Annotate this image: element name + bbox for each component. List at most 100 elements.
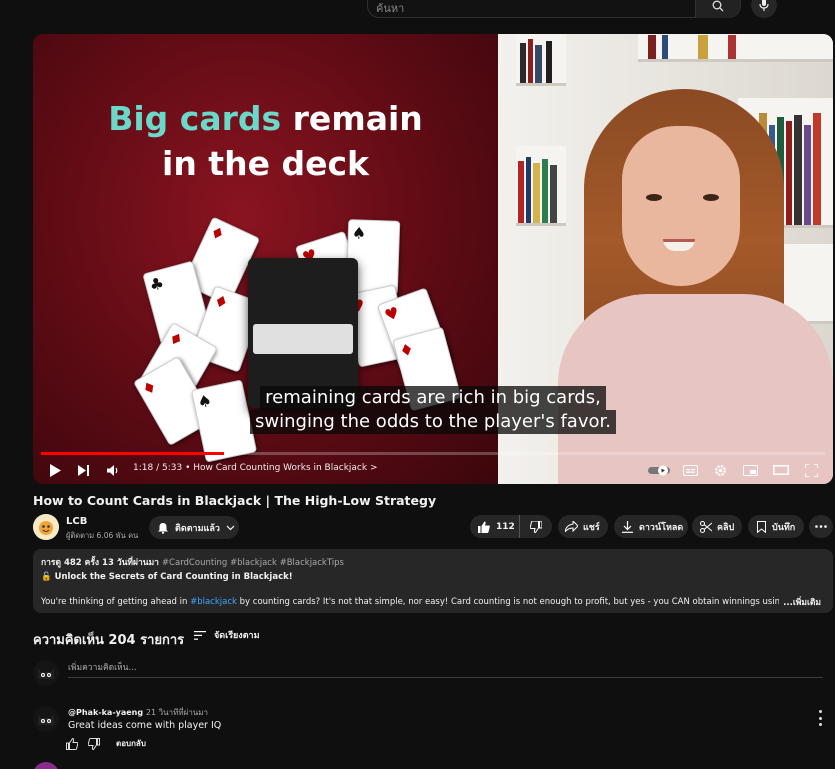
gear-icon [714, 464, 726, 476]
add-comment-input[interactable]: เพิ่มความคิดเห็น... [68, 660, 823, 678]
settings-button[interactable] [709, 459, 731, 481]
presenter-eye [703, 194, 719, 201]
download-button[interactable]: ดาวน์โหลด [614, 515, 688, 538]
comment-author-name[interactable]: @Phak-ka-yaeng [68, 708, 143, 717]
thumbs-down-icon[interactable] [88, 737, 100, 750]
play-button[interactable] [44, 459, 66, 481]
fullscreen-button[interactable] [800, 459, 822, 481]
chapter-chevron-icon: > [369, 463, 378, 473]
description-hashtags[interactable]: #CardCounting #blackjack #BlackjackTips [162, 558, 344, 568]
scissors-icon [700, 520, 712, 533]
clip-label: คลิป [717, 522, 735, 533]
bookmark-icon [757, 520, 766, 533]
comment-actions: ตอบกลับ [66, 737, 146, 750]
description-body-start: You're thinking of getting ahead in [41, 597, 191, 607]
slide-heading-rest: remain [281, 99, 423, 138]
subscriber-count: ผู้ติดตาม 6.06 พัน คน [66, 531, 139, 540]
microphone-icon [759, 0, 769, 11]
thumbs-up-icon[interactable] [66, 737, 78, 750]
share-icon [565, 521, 578, 532]
video-title: How to Count Cards in Blackjack | The Hi… [33, 493, 437, 508]
caption-line-1: remaining cards are rich in big cards, [260, 386, 606, 410]
description-body-end: by counting cards? It's not that simple,… [239, 597, 801, 607]
volume-icon [107, 464, 118, 476]
thumbs-up-icon [478, 521, 490, 533]
like-dislike-group: 112 [470, 515, 552, 538]
share-label: แชร์ [583, 522, 600, 533]
sort-icon [194, 630, 206, 640]
closed-captions: remaining cards are rich in big cards, s… [33, 386, 833, 434]
search-button[interactable] [695, 0, 740, 18]
next-comment-avatar [33, 762, 59, 769]
autoplay-toggle[interactable] [647, 459, 671, 481]
comment-author-avatar[interactable] [33, 706, 59, 732]
more-horizontal-icon [815, 525, 827, 528]
clip-button[interactable]: คลิป [692, 515, 742, 538]
download-icon [622, 520, 633, 533]
bookshelf [516, 34, 566, 86]
video-player[interactable]: Big cards remain in the deck ♦ ♣ ♦ ♥ ♠ ♥… [33, 34, 833, 484]
presenter-face [622, 126, 740, 286]
subtitles-button[interactable] [679, 459, 701, 481]
like-button[interactable]: 112 [470, 515, 520, 538]
channel-avatar[interactable] [33, 514, 59, 540]
bell-icon [158, 522, 168, 534]
save-button[interactable]: บันทึก [748, 515, 804, 538]
dislike-button[interactable] [520, 515, 552, 538]
player-controls: 1:18 / 5:33 • How Card Counting Works in… [33, 454, 833, 484]
thumbs-down-icon [530, 520, 542, 533]
sort-comments-button[interactable]: จัดเรียงตาม [194, 628, 260, 642]
fullscreen-icon [804, 463, 818, 477]
miniplayer-icon [742, 464, 758, 476]
description-meta: การดู 482 ครั้ง 13 วันที่ผ่านมา #CardCou… [41, 555, 825, 569]
save-label: บันทึก [772, 522, 796, 533]
next-button[interactable] [73, 459, 95, 481]
slide-heading: Big cards remain in the deck [33, 96, 498, 186]
theater-mode-button[interactable] [770, 459, 792, 481]
description-headline-text: Unlock the Secrets of Card Counting in B… [54, 572, 293, 582]
time-display: 1:18 / 5:33 • How Card Counting Works in… [133, 463, 378, 473]
unlock-icon: 🔓 [41, 572, 52, 582]
theater-mode-icon [773, 465, 789, 475]
like-count: 112 [496, 521, 515, 532]
comment-header: @Phak-ka-yaeng 21 วินาทีที่ผ่านมา [68, 706, 208, 719]
cat-avatar-icon [33, 706, 59, 732]
skip-next-icon [78, 464, 89, 476]
search-icon [712, 0, 724, 12]
description-headline: 🔓 Unlock the Secrets of Card Counting in… [41, 572, 825, 582]
blackjack-hashtag-link[interactable]: #blackjack [190, 597, 237, 607]
miniplayer-button[interactable] [739, 459, 761, 481]
volume-button[interactable] [102, 459, 124, 481]
cat-avatar-icon [33, 660, 59, 686]
caption-line-2: swinging the odds to the player's favor. [250, 410, 616, 434]
search-bar [367, 0, 741, 18]
sort-label: จัดเรียงตาม [214, 631, 260, 641]
presenter-eye [646, 194, 662, 201]
closed-captions-icon [682, 464, 698, 476]
description-body: You're thinking of getting ahead in #bla… [41, 597, 801, 607]
time-elapsed-total: 1:18 / 5:33 [133, 463, 183, 473]
card-shoe-slot [253, 324, 353, 354]
chapter-title[interactable]: • How Card Counting Works in Blackjack [185, 463, 367, 473]
play-icon [50, 463, 61, 477]
subscribed-label: ติดตามแล้ว [175, 523, 220, 534]
description-box[interactable]: การดู 482 ครั้ง 13 วันที่ผ่านมา #CardCou… [33, 549, 833, 613]
slide-heading-line2: in the deck [162, 144, 369, 183]
more-actions-button[interactable] [809, 515, 833, 538]
share-button[interactable]: แชร์ [558, 515, 608, 538]
comment-text: Great ideas come with player IQ [68, 720, 222, 731]
subscribed-button[interactable]: ติดตามแล้ว [149, 516, 239, 539]
comment-timestamp[interactable]: 21 วินาทีที่ผ่านมา [146, 708, 208, 717]
bookshelf [516, 146, 566, 226]
search-input[interactable] [376, 0, 696, 17]
download-label: ดาวน์โหลด [639, 522, 684, 533]
channel-logo-icon [33, 514, 59, 540]
reply-button[interactable]: ตอบกลับ [116, 737, 146, 750]
voice-search-button[interactable] [751, 0, 777, 18]
channel-name[interactable]: LCB [66, 516, 87, 527]
slide-heading-accent: Big cards [108, 99, 282, 138]
autoplay-icon [648, 465, 670, 475]
show-more-link[interactable]: ...เพิ่มเติม [779, 595, 821, 609]
current-user-avatar [33, 660, 59, 686]
comment-menu-button[interactable] [814, 710, 826, 726]
